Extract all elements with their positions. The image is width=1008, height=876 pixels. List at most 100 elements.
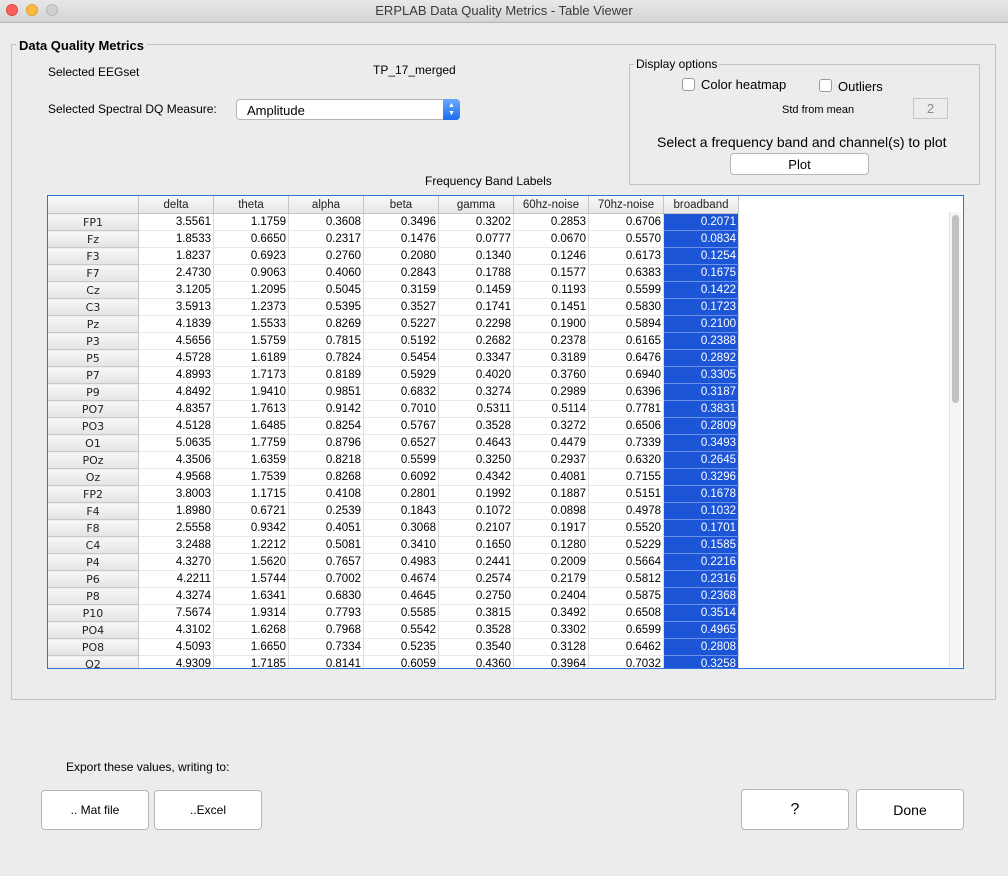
table-cell[interactable]: 0.5235	[363, 638, 439, 656]
table-cell[interactable]: 0.2009	[513, 553, 589, 571]
table-cell[interactable]: 4.8357	[138, 400, 214, 418]
table-vertical-scrollbar[interactable]	[949, 212, 961, 667]
table-cell[interactable]: 0.1280	[513, 536, 589, 554]
table-cell[interactable]: 4.1839	[138, 315, 214, 333]
row-header-channel[interactable]: C3	[48, 298, 139, 316]
table-cell[interactable]: 0.1451	[513, 298, 589, 316]
table-cell[interactable]: 2.5558	[138, 519, 214, 537]
table-cell[interactable]: 0.3608	[288, 213, 364, 231]
table-cell[interactable]: 0.5542	[363, 621, 439, 639]
table-cell[interactable]: 0.7334	[288, 638, 364, 656]
table-cell[interactable]: 1.6359	[213, 451, 289, 469]
table-cell[interactable]: 0.8254	[288, 417, 364, 435]
table-cell[interactable]: 4.3270	[138, 553, 214, 571]
table-cell[interactable]: 0.6476	[588, 349, 664, 367]
table-cell[interactable]: 3.2488	[138, 536, 214, 554]
table-cell[interactable]: 0.4965	[663, 621, 739, 639]
table-cell[interactable]: 0.5664	[588, 553, 664, 571]
table-cell[interactable]: 7.5674	[138, 604, 214, 622]
column-header-70hz-noise[interactable]: 70hz-noise	[588, 196, 664, 214]
table-cell[interactable]: 0.4051	[288, 519, 364, 537]
table-cell[interactable]: 0.6650	[213, 230, 289, 248]
table-cell[interactable]: 0.2539	[288, 502, 364, 520]
table-cell[interactable]: 0.6923	[213, 247, 289, 265]
table-cell[interactable]: 0.3272	[513, 417, 589, 435]
column-header-beta[interactable]: beta	[363, 196, 439, 214]
row-header-channel[interactable]: C4	[48, 536, 139, 554]
table-cell[interactable]: 0.6320	[588, 451, 664, 469]
table-cell[interactable]: 2.4730	[138, 264, 214, 282]
row-header-channel[interactable]: Oz	[48, 468, 139, 486]
table-cell[interactable]: 0.1340	[438, 247, 514, 265]
table-cell[interactable]: 0.7657	[288, 553, 364, 571]
row-header-channel[interactable]: O1	[48, 434, 139, 452]
table-cell[interactable]: 0.1254	[663, 247, 739, 265]
table-cell[interactable]: 0.7339	[588, 434, 664, 452]
table-cell[interactable]: 1.9314	[213, 604, 289, 622]
column-header-alpha[interactable]: alpha	[288, 196, 364, 214]
table-cell[interactable]: 0.2368	[663, 587, 739, 605]
table-cell[interactable]: 1.6341	[213, 587, 289, 605]
color-heatmap-checkbox[interactable]	[682, 78, 695, 91]
table-cell[interactable]: 0.3528	[438, 417, 514, 435]
table-cell[interactable]: 4.9309	[138, 655, 214, 668]
table-cell[interactable]: 0.2378	[513, 332, 589, 350]
table-cell[interactable]: 1.8237	[138, 247, 214, 265]
table-cell[interactable]: 0.2682	[438, 332, 514, 350]
row-header-channel[interactable]: P3	[48, 332, 139, 350]
table-cell[interactable]: 0.3187	[663, 383, 739, 401]
table-cell[interactable]: 0.8141	[288, 655, 364, 668]
table-cell[interactable]: 4.5728	[138, 349, 214, 367]
table-cell[interactable]: 0.0834	[663, 230, 739, 248]
table-cell[interactable]: 0.6396	[588, 383, 664, 401]
table-cell[interactable]: 4.3506	[138, 451, 214, 469]
table-cell[interactable]: 0.4983	[363, 553, 439, 571]
table-cell[interactable]: 0.2216	[663, 553, 739, 571]
table-cell[interactable]: 4.8993	[138, 366, 214, 384]
table-cell[interactable]: 0.5894	[588, 315, 664, 333]
table-cell[interactable]: 0.4479	[513, 434, 589, 452]
table-cell[interactable]: 0.3258	[663, 655, 739, 668]
table-cell[interactable]: 0.5114	[513, 400, 589, 418]
table-cell[interactable]: 1.5620	[213, 553, 289, 571]
table-cell[interactable]: 0.1193	[513, 281, 589, 299]
table-cell[interactable]: 0.3831	[663, 400, 739, 418]
table-cell[interactable]: 0.5311	[438, 400, 514, 418]
table-cell[interactable]: 0.7793	[288, 604, 364, 622]
row-header-channel[interactable]: F7	[48, 264, 139, 282]
table-cell[interactable]: 1.5533	[213, 315, 289, 333]
row-header-channel[interactable]: P4	[48, 553, 139, 571]
table-cell[interactable]: 0.6165	[588, 332, 664, 350]
table-cell[interactable]: 0.5454	[363, 349, 439, 367]
row-header-channel[interactable]: POz	[48, 451, 139, 469]
table-cell[interactable]: 0.1585	[663, 536, 739, 554]
table-cell[interactable]: 0.8218	[288, 451, 364, 469]
table-cell[interactable]: 0.2404	[513, 587, 589, 605]
table-cell[interactable]: 0.1723	[663, 298, 739, 316]
table-cell[interactable]: 0.7824	[288, 349, 364, 367]
table-cell[interactable]: 0.3305	[663, 366, 739, 384]
table-cell[interactable]: 3.5913	[138, 298, 214, 316]
table-cell[interactable]: 0.2801	[363, 485, 439, 503]
table-cell[interactable]: 0.1246	[513, 247, 589, 265]
table-cell[interactable]: 0.6059	[363, 655, 439, 668]
row-header-channel[interactable]: P5	[48, 349, 139, 367]
table-cell[interactable]: 4.8492	[138, 383, 214, 401]
table-cell[interactable]: 0.4060	[288, 264, 364, 282]
table-cell[interactable]: 0.2892	[663, 349, 739, 367]
row-header-channel[interactable]: P9	[48, 383, 139, 401]
table-cell[interactable]: 0.7010	[363, 400, 439, 418]
table-cell[interactable]: 0.5767	[363, 417, 439, 435]
table-cell[interactable]: 0.3347	[438, 349, 514, 367]
table-cell[interactable]: 0.3202	[438, 213, 514, 231]
table-cell[interactable]: 0.3250	[438, 451, 514, 469]
table-cell[interactable]: 0.3514	[663, 604, 739, 622]
row-header-channel[interactable]: Fz	[48, 230, 139, 248]
scrollbar-thumb[interactable]	[952, 215, 959, 403]
plot-button[interactable]: Plot	[730, 153, 869, 175]
table-cell[interactable]: 0.7155	[588, 468, 664, 486]
table-cell[interactable]: 0.1577	[513, 264, 589, 282]
table-cell[interactable]: 0.1675	[663, 264, 739, 282]
table-cell[interactable]: 1.7539	[213, 468, 289, 486]
table-cell[interactable]: 0.2750	[438, 587, 514, 605]
